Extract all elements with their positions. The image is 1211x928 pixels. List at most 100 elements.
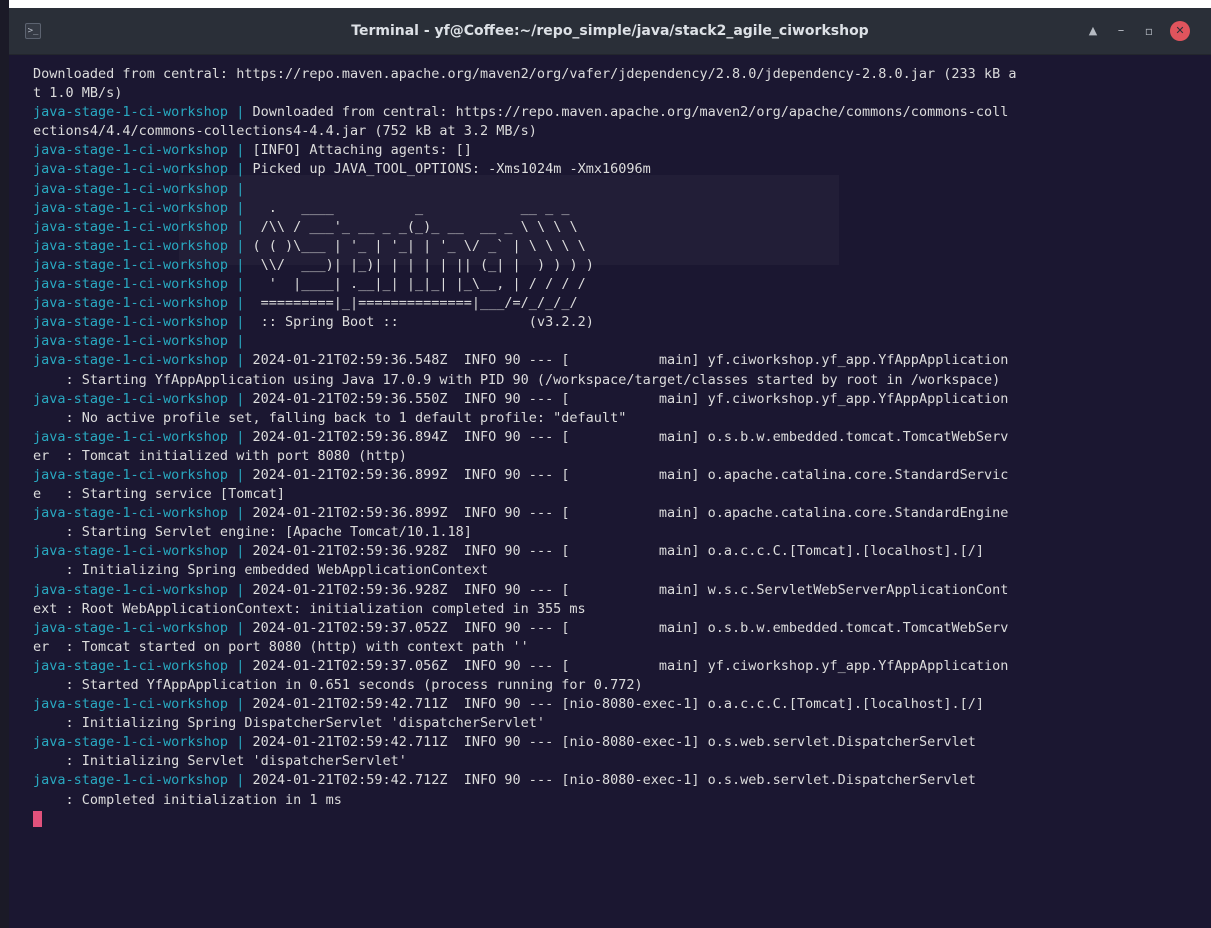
prefix-separator: | — [228, 180, 253, 197]
terminal-line: ections4/4.4/commons-collections4-4.4.ja… — [33, 122, 1211, 141]
terminal-line: java-stage-1-ci-workshop | 2024-01-21T02… — [33, 428, 1211, 447]
terminal-line: java-stage-1-ci-workshop | 2024-01-21T02… — [33, 390, 1211, 409]
service-prefix: java-stage-1-ci-workshop — [33, 199, 229, 216]
line-text: e : Starting service [Tomcat] — [33, 486, 285, 503]
service-prefix: java-stage-1-ci-workshop — [33, 333, 229, 350]
prompt-line[interactable] — [33, 810, 1211, 829]
service-prefix: java-stage-1-ci-workshop — [33, 104, 229, 121]
cursor — [33, 810, 42, 827]
service-prefix: java-stage-1-ci-workshop — [33, 352, 229, 369]
terminal-line: java-stage-1-ci-workshop | /\\ / ___'_ _… — [33, 218, 1211, 237]
terminal-line: : No active profile set, falling back to… — [33, 409, 1211, 428]
prefix-separator: | — [228, 657, 253, 674]
line-text: : Completed initialization in 1 ms — [33, 791, 342, 808]
line-text: Downloaded from central: https://repo.ma… — [252, 104, 1009, 121]
prefix-separator: | — [228, 256, 253, 273]
title-bar[interactable]: >_ Terminal - yf@Coffee:~/repo_simple/ja… — [9, 8, 1211, 55]
line-text: : Initializing Servlet 'dispatcherServle… — [33, 753, 407, 770]
line-text: : Starting Servlet engine: [Apache Tomca… — [33, 524, 472, 541]
terminal-line: java-stage-1-ci-workshop | — [33, 332, 1211, 351]
line-text: ( ( )\___ | '_ | '_| | '_ \/ _` | \ \ \ … — [252, 237, 586, 254]
service-prefix: java-stage-1-ci-workshop — [33, 237, 229, 254]
prefix-separator: | — [228, 581, 253, 598]
line-text: Picked up JAVA_TOOL_OPTIONS: -Xms1024m -… — [252, 161, 651, 178]
terminal-line: java-stage-1-ci-workshop | ' |____| .__|… — [33, 275, 1211, 294]
service-prefix: java-stage-1-ci-workshop — [33, 180, 229, 197]
service-prefix: java-stage-1-ci-workshop — [33, 276, 229, 293]
line-text: : Started YfAppApplication in 0.651 seco… — [33, 677, 643, 693]
line-text: /\\ / ___'_ __ _ _(_)_ __ __ _ \ \ \ \ — [252, 218, 578, 235]
terminal-line: : Initializing Spring DispatcherServlet … — [33, 714, 1211, 733]
line-text: 2024-01-21T02:59:37.052Z INFO 90 --- [ m… — [252, 619, 1009, 636]
shade-icon[interactable]: ▲ — [1082, 20, 1104, 42]
prefix-separator: | — [228, 734, 253, 751]
prefix-separator: | — [228, 218, 253, 235]
line-text: ections4/4.4/commons-collections4-4.4.ja… — [33, 123, 537, 140]
line-text: 2024-01-21T02:59:36.899Z INFO 90 --- [ m… — [252, 505, 1009, 522]
prefix-separator: | — [228, 142, 253, 159]
terminal-line: : Starting Servlet engine: [Apache Tomca… — [33, 523, 1211, 542]
terminal-line: java-stage-1-ci-workshop | =========|_|=… — [33, 294, 1211, 313]
service-prefix: java-stage-1-ci-workshop — [33, 295, 229, 312]
output-lines: Downloaded from central: https://repo.ma… — [33, 65, 1211, 829]
line-text: . ____ _ __ _ _ — [252, 199, 570, 216]
terminal-line: java-stage-1-ci-workshop | Downloaded fr… — [33, 103, 1211, 122]
desktop-edge — [0, 0, 9, 928]
minimize-icon[interactable]: – — [1110, 20, 1132, 42]
prefix-separator: | — [228, 390, 253, 407]
prefix-separator: | — [228, 333, 253, 350]
service-prefix: java-stage-1-ci-workshop — [33, 734, 229, 751]
prefix-separator: | — [228, 295, 253, 312]
prefix-separator: | — [228, 276, 253, 293]
prefix-separator: | — [228, 428, 253, 445]
prefix-separator: | — [228, 352, 253, 369]
prefix-separator: | — [228, 314, 253, 331]
terminal-line: java-stage-1-ci-workshop | . ____ _ __ _… — [33, 199, 1211, 218]
close-icon[interactable]: ✕ — [1170, 21, 1190, 41]
prefix-separator: | — [228, 619, 253, 636]
terminal-line: java-stage-1-ci-workshop | ( ( )\___ | '… — [33, 237, 1211, 256]
terminal-line: : Initializing Servlet 'dispatcherServle… — [33, 752, 1211, 771]
prefix-separator: | — [228, 543, 253, 560]
service-prefix: java-stage-1-ci-workshop — [33, 142, 229, 159]
line-text: : No active profile set, falling back to… — [33, 409, 627, 426]
line-text: 2024-01-21T02:59:36.928Z INFO 90 --- [ m… — [252, 543, 984, 560]
prefix-separator: | — [228, 505, 253, 522]
terminal-output[interactable]: Downloaded from central: https://repo.ma… — [9, 55, 1211, 928]
terminal-window[interactable]: >_ Terminal - yf@Coffee:~/repo_simple/ja… — [9, 8, 1211, 928]
service-prefix: java-stage-1-ci-workshop — [33, 505, 229, 522]
terminal-line: er : Tomcat initialized with port 8080 (… — [33, 447, 1211, 466]
line-text: =========|_|==============|___/=/_/_/_/ — [252, 295, 578, 312]
maximize-icon[interactable]: ▫ — [1138, 20, 1160, 42]
service-prefix: java-stage-1-ci-workshop — [33, 314, 229, 331]
line-text: 2024-01-21T02:59:36.928Z INFO 90 --- [ m… — [252, 581, 1009, 598]
window-title: Terminal - yf@Coffee:~/repo_simple/java/… — [351, 23, 869, 39]
service-prefix: java-stage-1-ci-workshop — [33, 390, 229, 407]
line-text: : Initializing Spring DispatcherServlet … — [33, 715, 546, 732]
prefix-separator: | — [228, 237, 253, 254]
service-prefix: java-stage-1-ci-workshop — [33, 581, 229, 598]
line-text: ' |____| .__|_| |_|_| |_\__, | / / / / — [252, 276, 586, 293]
terminal-line: java-stage-1-ci-workshop | Picked up JAV… — [33, 160, 1211, 179]
terminal-line: Downloaded from central: https://repo.ma… — [33, 65, 1211, 84]
terminal-line: t 1.0 MB/s) — [33, 84, 1211, 103]
terminal-line: java-stage-1-ci-workshop | 2024-01-21T02… — [33, 351, 1211, 370]
prefix-separator: | — [228, 696, 253, 713]
terminal-line: java-stage-1-ci-workshop | :: Spring Boo… — [33, 313, 1211, 332]
terminal-line: java-stage-1-ci-workshop | 2024-01-21T02… — [33, 733, 1211, 752]
service-prefix: java-stage-1-ci-workshop — [33, 657, 229, 674]
terminal-line: : Completed initialization in 1 ms — [33, 791, 1211, 810]
prefix-separator: | — [228, 199, 253, 216]
line-text: :: Spring Boot :: (v3.2.2) — [252, 314, 594, 331]
terminal-line: : Initializing Spring embedded WebApplic… — [33, 561, 1211, 580]
line-text: er : Tomcat initialized with port 8080 (… — [33, 447, 407, 464]
line-text: : Starting YfAppApplication using Java 1… — [33, 371, 1001, 388]
terminal-line: ext : Root WebApplicationContext: initia… — [33, 600, 1211, 619]
line-text: 2024-01-21T02:59:42.712Z INFO 90 --- [ni… — [252, 772, 976, 789]
terminal-line: java-stage-1-ci-workshop | 2024-01-21T02… — [33, 466, 1211, 485]
terminal-line: java-stage-1-ci-workshop | [INFO] Attach… — [33, 141, 1211, 160]
line-text: 2024-01-21T02:59:42.711Z INFO 90 --- [ni… — [252, 734, 976, 751]
line-text: er : Tomcat started on port 8080 (http) … — [33, 638, 529, 655]
service-prefix: java-stage-1-ci-workshop — [33, 161, 229, 178]
prefix-separator: | — [228, 466, 253, 483]
